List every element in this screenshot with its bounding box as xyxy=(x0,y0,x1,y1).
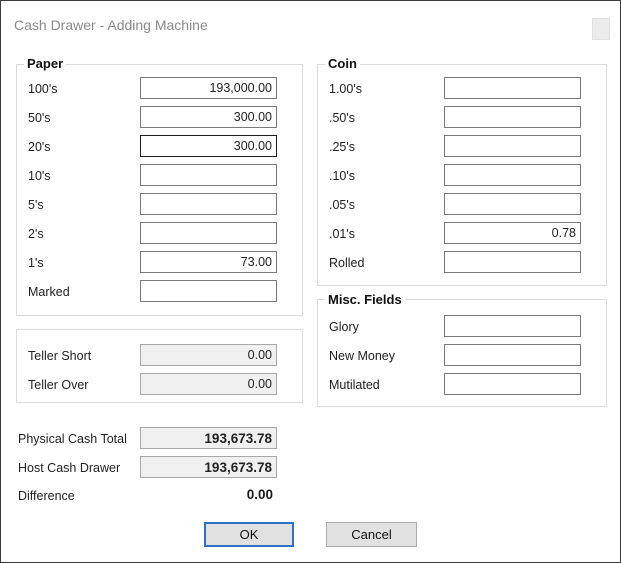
coin-label-1-00: 1.00's xyxy=(329,82,362,96)
paper-label-10: 10's xyxy=(28,169,51,183)
misc-group-title: Misc. Fields xyxy=(325,292,405,307)
coin-group-title: Coin xyxy=(325,56,360,71)
paper-field-20[interactable]: 300.00 xyxy=(140,135,277,157)
paper-field-2[interactable] xyxy=(140,222,277,244)
difference-label: Difference xyxy=(18,489,75,503)
paper-field-100[interactable]: 193,000.00 xyxy=(140,77,277,99)
coin-label-rolled: Rolled xyxy=(329,256,365,270)
coin-field-50[interactable] xyxy=(444,106,581,128)
coin-field-05[interactable] xyxy=(444,193,581,215)
paper-field-50[interactable]: 300.00 xyxy=(140,106,277,128)
misc-label-mutilated: Mutilated xyxy=(329,378,380,392)
coin-field-25[interactable] xyxy=(444,135,581,157)
coin-field-rolled[interactable] xyxy=(444,251,581,273)
physical-cash-total-field: 193,673.78 xyxy=(140,427,277,449)
paper-label-50: 50's xyxy=(28,111,51,125)
host-cash-drawer-field: 193,673.78 xyxy=(140,456,277,478)
paper-field-1[interactable]: 73.00 xyxy=(140,251,277,273)
misc-field-mutilated[interactable] xyxy=(444,373,581,395)
coin-field-10[interactable] xyxy=(444,164,581,186)
coin-label-05: .05's xyxy=(329,198,356,212)
paper-group xyxy=(16,64,303,316)
paper-field-5[interactable] xyxy=(140,193,277,215)
paper-label-100: 100's xyxy=(28,82,58,96)
misc-label-glory: Glory xyxy=(329,320,359,334)
window-title: Cash Drawer - Adding Machine xyxy=(14,17,208,33)
physical-cash-total-label: Physical Cash Total xyxy=(18,432,127,446)
paper-label-20: 20's xyxy=(28,140,51,154)
coin-field-01[interactable]: 0.78 xyxy=(444,222,581,244)
misc-field-new-money[interactable] xyxy=(444,344,581,366)
paper-label-5: 5's xyxy=(28,198,44,212)
coin-label-25: .25's xyxy=(329,140,356,154)
ok-button[interactable]: OK xyxy=(204,522,294,547)
paper-label-2: 2's xyxy=(28,227,44,241)
teller-over-label: Teller Over xyxy=(28,378,89,392)
misc-label-new-money: New Money xyxy=(329,349,395,363)
teller-short-field: 0.00 xyxy=(140,344,277,366)
paper-field-10[interactable] xyxy=(140,164,277,186)
coin-label-10: .10's xyxy=(329,169,356,183)
coin-field-1-00[interactable] xyxy=(444,77,581,99)
paper-label-marked: Marked xyxy=(28,285,70,299)
paper-field-marked[interactable] xyxy=(140,280,277,302)
misc-field-glory[interactable] xyxy=(444,315,581,337)
coin-label-50: .50's xyxy=(329,111,356,125)
teller-over-field: 0.00 xyxy=(140,373,277,395)
teller-short-label: Teller Short xyxy=(28,349,92,363)
cash-drawer-dialog: Cash Drawer - Adding Machine Paper 100's… xyxy=(0,0,621,563)
coin-label-01: .01's xyxy=(329,227,356,241)
paper-group-title: Paper xyxy=(24,56,67,71)
host-cash-drawer-label: Host Cash Drawer xyxy=(18,461,121,475)
paper-label-1: 1's xyxy=(28,256,44,270)
difference-value: 0.00 xyxy=(246,487,273,502)
cancel-button[interactable]: Cancel xyxy=(326,522,417,547)
close-button[interactable] xyxy=(592,18,610,40)
